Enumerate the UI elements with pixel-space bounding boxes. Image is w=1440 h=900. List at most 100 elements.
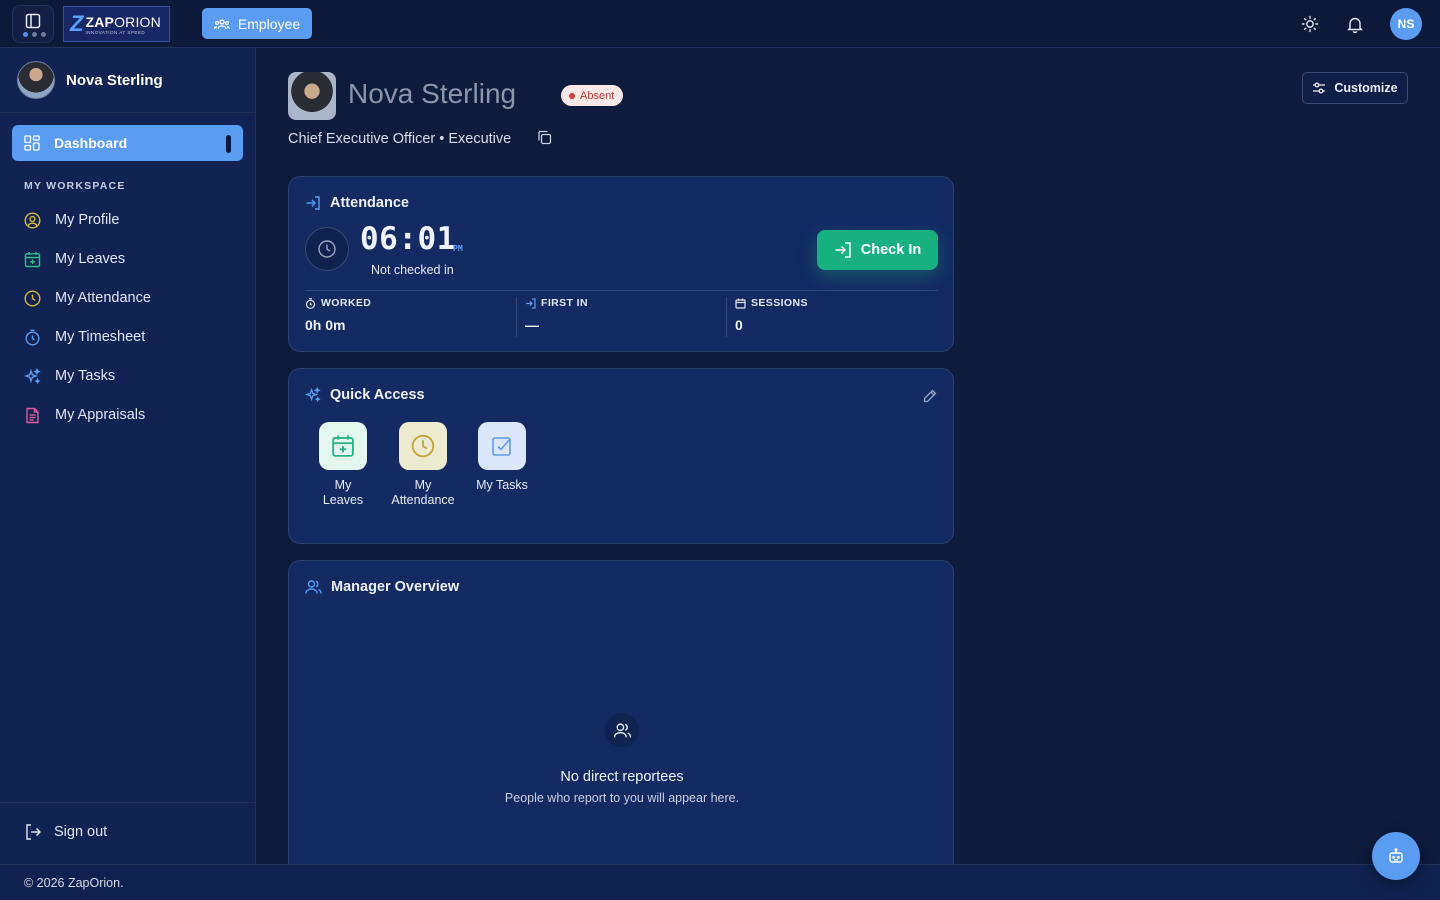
quick-access-card: Quick Access My Leaves My Attendance My …: [288, 368, 954, 544]
sidebar-item-my-timesheet[interactable]: My Timesheet: [24, 326, 145, 348]
sidebar-item-my-profile[interactable]: My Profile: [24, 209, 119, 231]
checkbox-icon: [492, 437, 511, 456]
attendance-title: Attendance: [330, 195, 409, 211]
quick-access-label: My Leaves: [322, 478, 364, 507]
stat-value: —: [525, 317, 539, 333]
stat-value: 0h 0m: [305, 317, 346, 333]
stat-label: FIRST IN: [541, 297, 588, 309]
quick-access-my-leaves[interactable]: My Leaves: [313, 422, 373, 508]
dashboard-grid-icon: [24, 135, 40, 151]
stat-separator: [516, 297, 517, 337]
pencil-icon: [923, 389, 937, 403]
manager-overview-card-title: Manager Overview: [305, 579, 459, 595]
users-icon: [305, 580, 322, 594]
quick-access-card-title: Quick Access: [305, 387, 425, 403]
users-icon: [613, 722, 631, 737]
attendance-card: Attendance 06:01 PM Not checked in Check…: [288, 176, 954, 352]
stopwatch-icon: [25, 329, 40, 346]
stat-sessions: SESSIONS 0: [735, 297, 808, 339]
sidebar-item-label: Dashboard: [54, 135, 128, 151]
sun-icon: [1301, 15, 1319, 33]
quick-access-tile: [478, 422, 526, 470]
copy-icon: [538, 130, 552, 145]
sidebar-user-name: Nova Sterling: [66, 71, 163, 89]
sign-out-label: Sign out: [54, 824, 108, 840]
sidebar-item-label: My Timesheet: [55, 329, 146, 345]
empty-state-icon: [605, 713, 639, 747]
stopwatch-icon: [305, 297, 316, 309]
sidebar-item-my-leaves[interactable]: My Leaves: [24, 248, 125, 270]
active-indicator: [226, 135, 231, 153]
page-title: Nova Sterling: [348, 78, 517, 109]
login-arrow-icon: [306, 196, 320, 210]
quick-access-my-tasks[interactable]: My Tasks: [469, 422, 535, 493]
sidebar-item-my-appraisals[interactable]: My Appraisals: [24, 404, 145, 426]
assistant-bot-button[interactable]: [1372, 832, 1420, 880]
bell-icon: [1347, 17, 1363, 33]
sidebar: Nova Sterling Dashboard MY WORKSPACE My …: [0, 48, 256, 864]
sidebar-divider: [0, 802, 255, 803]
role-button-label: Employee: [237, 15, 301, 32]
workspace-dots: [23, 32, 46, 37]
login-arrow-icon: [835, 242, 851, 258]
clock-badge: [305, 227, 349, 271]
sidebar-item-my-tasks[interactable]: My Tasks: [24, 365, 115, 387]
app-logo[interactable]: Z ZAPORION INNOVATION AT SPEED: [63, 6, 170, 42]
check-in-label: Check In: [860, 242, 922, 258]
attendance-card-title: Attendance: [305, 195, 409, 211]
quick-access-label: My Tasks: [476, 478, 528, 492]
quick-access-title: Quick Access: [330, 387, 425, 403]
logo-name-bold: ZAP: [85, 13, 115, 30]
manager-overview-title: Manager Overview: [331, 579, 460, 595]
empty-state-title: No direct reportees: [560, 769, 684, 785]
checkin-status: Not checked in: [371, 263, 454, 277]
document-icon: [26, 407, 39, 423]
sidebar-user[interactable]: Nova Sterling: [0, 48, 255, 113]
sidebar-item-label: My Attendance: [55, 290, 151, 306]
sidebar-item-dashboard[interactable]: Dashboard: [12, 125, 243, 161]
stats-divider: [305, 290, 938, 291]
edit-quick-access-button[interactable]: [923, 389, 937, 408]
empty-state-subtitle: People who report to you will appear her…: [504, 791, 740, 805]
profile-avatar: [288, 72, 336, 120]
footer-copyright: © 2026 ZapOrion.: [24, 875, 124, 890]
quick-access-tile: [319, 422, 367, 470]
calendar-plus-icon: [332, 435, 354, 457]
logo-name-thin: ORION: [114, 13, 161, 30]
quick-access-my-attendance[interactable]: My Attendance: [388, 422, 458, 508]
login-arrow-icon: [526, 297, 536, 309]
time-meridiem: PM: [453, 244, 463, 253]
stat-label: WORKED: [321, 297, 372, 309]
stat-worked: WORKED 0h 0m: [305, 297, 371, 339]
theme-toggle-button[interactable]: [1300, 14, 1320, 34]
sidebar-item-label: My Profile: [55, 212, 120, 228]
footer: © 2026 ZapOrion.: [0, 864, 1440, 900]
sliders-icon: [1313, 82, 1326, 94]
user-avatar-button[interactable]: NS: [1390, 8, 1422, 40]
stat-value: 0: [735, 317, 743, 333]
sparkles-icon: [305, 387, 321, 403]
current-time: 06:01: [360, 221, 456, 257]
copy-button[interactable]: [537, 130, 552, 150]
manager-overview-card: Manager Overview No direct reportees Peo…: [288, 560, 954, 880]
customize-button[interactable]: Customize: [1302, 72, 1408, 104]
quick-access-tile: [399, 422, 447, 470]
check-in-button[interactable]: Check In: [817, 230, 938, 270]
logo-tagline: INNOVATION AT SPEED: [85, 29, 146, 35]
sidebar-item-label: My Tasks: [55, 368, 116, 384]
sidebar-item-label: My Appraisals: [55, 407, 146, 423]
clock-icon: [318, 240, 336, 258]
top-bar: Z ZAPORION INNOVATION AT SPEED Employee …: [0, 0, 1440, 48]
role-switch-button[interactable]: Employee: [202, 8, 312, 39]
status-badge: Absent: [561, 85, 624, 106]
sign-out-button[interactable]: Sign out: [24, 823, 107, 841]
sidebar-item-my-attendance[interactable]: My Attendance: [24, 287, 151, 309]
user-circle-icon: [24, 211, 41, 229]
notifications-button[interactable]: [1345, 14, 1365, 34]
logout-icon: [26, 824, 41, 840]
sidebar-toggle-button[interactable]: [12, 5, 54, 43]
status-badge-label: Absent: [580, 89, 615, 102]
sidebar-section-title: MY WORKSPACE: [24, 180, 126, 192]
bot-icon: [1389, 848, 1403, 863]
calendar-icon: [735, 298, 746, 309]
